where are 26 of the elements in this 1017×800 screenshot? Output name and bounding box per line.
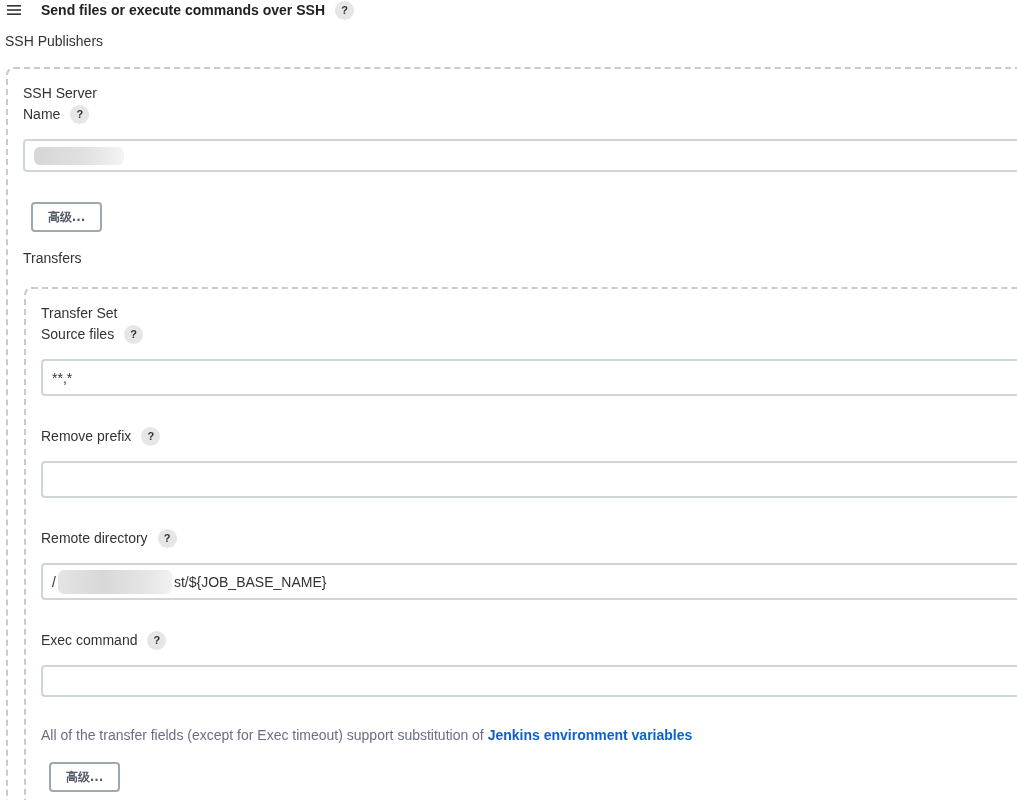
environment-variables-link[interactable]: Jenkins environment variables (487, 727, 693, 743)
section-label: SSH Publishers (5, 32, 104, 50)
help-button[interactable]: ? (147, 630, 167, 650)
help-button[interactable]: ? (141, 426, 161, 446)
advanced-button[interactable]: 高级... (31, 202, 102, 232)
panel-title: Transfer Set (41, 304, 118, 322)
section-label: Transfers (23, 249, 82, 267)
text-field[interactable]: / st/${JOB_BASE_NAME} (41, 563, 1017, 600)
section-title: Send files or execute commands over SSH (41, 1, 325, 19)
field-label: Source files (41, 325, 115, 343)
field-label: Remote directory (41, 529, 148, 547)
field-label: Remove prefix (41, 427, 132, 445)
text-field[interactable] (41, 665, 1017, 697)
panel-title: SSH Server (23, 84, 97, 102)
menu-icon[interactable] (7, 5, 21, 15)
help-button[interactable]: ? (157, 528, 177, 548)
text-field[interactable] (23, 139, 1017, 172)
help-text: All of the transfer fields (except for Exec timeout) support substitution of Jenkins environment variables (41, 726, 693, 744)
advanced-button[interactable]: 高级... (49, 762, 120, 792)
help-button[interactable]: ? (70, 104, 90, 124)
text-field[interactable] (41, 461, 1017, 498)
field-label: Name (23, 105, 61, 123)
field-label: Exec command (41, 631, 138, 649)
help-button[interactable]: ? (335, 0, 354, 20)
text-field[interactable]: **,* (41, 359, 1017, 396)
help-button[interactable]: ? (124, 324, 144, 344)
